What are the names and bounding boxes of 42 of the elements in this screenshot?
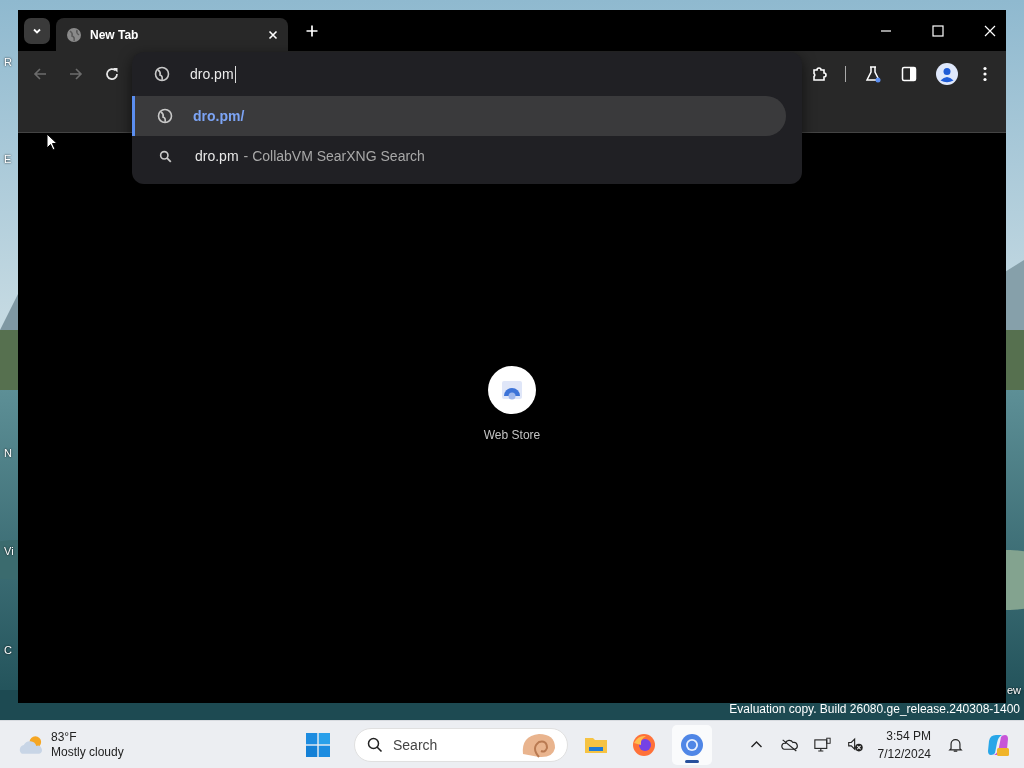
flask-icon[interactable]	[864, 65, 882, 83]
address-field[interactable]: dro.pm	[132, 52, 802, 96]
temperature-text: 83°F	[51, 729, 78, 745]
suggestion-text: dro.pm	[195, 148, 239, 164]
search-input[interactable]: Search	[391, 735, 515, 754]
close-icon[interactable]	[984, 24, 996, 37]
close-icon[interactable]	[268, 29, 278, 40]
shortcut-label: Web Store	[483, 428, 541, 442]
weather-condition: Mostly cloudy	[51, 744, 124, 760]
watermark-text: Evaluation copy. Build 26080.ge_release.240308-1400	[729, 702, 1020, 716]
new-tab-icon[interactable]	[306, 24, 318, 37]
suggestion-item[interactable]: dro.pm - CollabVM SearXNG Search	[132, 136, 786, 176]
fox-globe-icon	[632, 732, 656, 757]
taskbar-search-bar[interactable]: Search	[354, 727, 568, 762]
bell-icon[interactable]	[947, 736, 964, 753]
shortcut-tile[interactable]	[488, 366, 536, 414]
store-icon	[500, 378, 524, 402]
side-panel-icon[interactable]	[900, 65, 918, 83]
start-icon[interactable]	[306, 732, 330, 757]
suggestion-item[interactable]: dro.pm/	[132, 96, 786, 136]
tab-title: New Tab	[90, 27, 140, 42]
suggestion-text: dro.pm/	[193, 108, 245, 124]
app-icon[interactable]	[986, 732, 1010, 757]
clock-date[interactable]: 7/12/2024	[877, 744, 931, 763]
speaker-muted-icon[interactable]	[846, 736, 864, 753]
tab-search-button[interactable]	[24, 17, 50, 44]
maximize-icon[interactable]	[932, 24, 944, 37]
puzzle-icon[interactable]	[811, 65, 829, 83]
search-icon	[159, 149, 172, 163]
browser-tab[interactable]: New Tab	[56, 18, 288, 51]
clock-time[interactable]: 3:54 PM	[886, 726, 931, 745]
suggestion-detail: - CollabVM SearXNG Search	[243, 148, 425, 164]
taskbar-app[interactable]	[672, 724, 712, 765]
globe-icon	[154, 66, 170, 82]
search-icon	[367, 736, 383, 753]
globe-icon	[157, 108, 173, 124]
network-icon[interactable]	[813, 736, 831, 753]
cursor-icon	[46, 133, 58, 151]
ring-icon	[680, 732, 704, 757]
reload-icon[interactable]	[104, 66, 120, 82]
globe-icon	[66, 26, 82, 43]
avatar-icon[interactable]	[936, 63, 958, 85]
